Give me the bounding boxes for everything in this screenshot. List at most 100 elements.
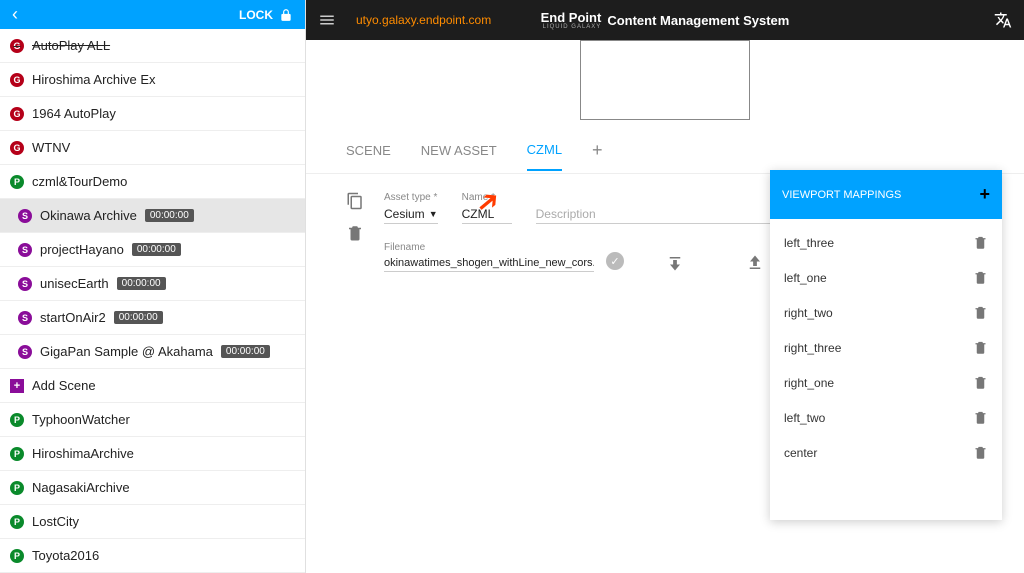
sidebar-item-label: projectHayano bbox=[40, 242, 124, 257]
type-dot: P bbox=[10, 413, 24, 427]
type-dot: S bbox=[18, 277, 32, 291]
brand-cms: Content Management System bbox=[607, 13, 789, 28]
name-value: CZML bbox=[462, 205, 512, 224]
trash-icon[interactable] bbox=[973, 410, 988, 425]
filename-field: Filename bbox=[384, 242, 594, 272]
chevron-down-icon: ▼ bbox=[429, 209, 438, 219]
time-badge: 00:00:00 bbox=[221, 345, 270, 358]
brand: End Point LIQUID GALAXY Content Manageme… bbox=[541, 11, 790, 30]
tab-scene[interactable]: SCENE bbox=[346, 143, 391, 170]
trash-icon[interactable] bbox=[973, 305, 988, 320]
time-badge: 00:00:00 bbox=[117, 277, 166, 290]
time-badge: 00:00:00 bbox=[132, 243, 181, 256]
sidebar-item[interactable]: SunisecEarth00:00:00 bbox=[0, 267, 305, 301]
sidebar-item[interactable]: P TyphoonWatcher bbox=[0, 403, 305, 437]
preview-box bbox=[580, 40, 750, 120]
viewport-item-label: center bbox=[784, 446, 817, 460]
sidebar-item[interactable]: S GigaPan Sample @ Akahama 00:00:00 bbox=[0, 335, 305, 369]
sidebar-item[interactable]: PHiroshimaArchive bbox=[0, 437, 305, 471]
sidebar-item-label: 1964 AutoPlay bbox=[32, 106, 116, 121]
sidebar-item[interactable]: P Toyota2016 bbox=[0, 539, 305, 573]
viewport-item-label: right_one bbox=[784, 376, 834, 390]
sidebar-item-label: Hiroshima Archive Ex bbox=[32, 72, 156, 87]
sidebar-item-label: Toyota2016 bbox=[32, 548, 99, 563]
language-icon[interactable] bbox=[994, 11, 1012, 29]
viewport-item[interactable]: center bbox=[770, 435, 1002, 470]
viewport-item[interactable]: left_two bbox=[770, 400, 1002, 435]
type-dot: S bbox=[18, 311, 32, 325]
trash-icon[interactable] bbox=[973, 235, 988, 250]
trash-icon[interactable] bbox=[973, 340, 988, 355]
tabs: SCENE NEW ASSET CZML + bbox=[306, 120, 1024, 174]
lock-icon bbox=[279, 8, 293, 22]
copy-icon[interactable] bbox=[346, 192, 364, 210]
type-dot: P bbox=[10, 447, 24, 461]
trash-icon[interactable] bbox=[973, 375, 988, 390]
sidebar-item[interactable]: G 1964 AutoPlay bbox=[0, 97, 305, 131]
sidebar-item-label: WTNV bbox=[32, 140, 70, 155]
sidebar-item-label: Okinawa Archive bbox=[40, 208, 137, 223]
viewport-mappings-panel: VIEWPORT MAPPINGS + left_three left_oneri… bbox=[770, 170, 1002, 520]
sidebar-item[interactable]: PNagasakiArchive bbox=[0, 471, 305, 505]
tab-new-asset[interactable]: NEW ASSET bbox=[421, 143, 497, 170]
viewport-item[interactable]: left_three bbox=[770, 225, 1002, 260]
viewport-item[interactable]: right_three bbox=[770, 330, 1002, 365]
check-icon[interactable]: ✓ bbox=[606, 252, 624, 270]
name-field[interactable]: Name * CZML bbox=[462, 192, 512, 224]
sidebar-item-label: LostCity bbox=[32, 514, 79, 529]
host-url: utyo.galaxy.endpoint.com bbox=[356, 13, 491, 27]
viewport-item[interactable]: left_one bbox=[770, 260, 1002, 295]
time-badge: 00:00:00 bbox=[114, 311, 163, 324]
viewport-item[interactable]: right_two bbox=[770, 295, 1002, 330]
sidebar: ‹ LOCK GAutoPlay ALLGHiroshima Archive E… bbox=[0, 0, 306, 573]
type-dot: P bbox=[10, 175, 24, 189]
asset-type-value: Cesium bbox=[384, 207, 425, 221]
main-area: utyo.galaxy.endpoint.com End Point LIQUI… bbox=[306, 0, 1024, 573]
viewport-title: VIEWPORT MAPPINGS bbox=[782, 189, 901, 201]
sidebar-item[interactable]: GHiroshima Archive Ex bbox=[0, 63, 305, 97]
type-dot: G bbox=[10, 141, 24, 155]
delete-icon[interactable] bbox=[346, 224, 364, 242]
filename-label: Filename bbox=[384, 242, 594, 253]
sidebar-item-label: czml&TourDemo bbox=[32, 174, 127, 189]
sidebar-item[interactable]: SstartOnAir2 00:00:00 bbox=[0, 301, 305, 335]
sidebar-item[interactable]: SOkinawa Archive00:00:00 bbox=[0, 199, 305, 233]
sidebar-item[interactable]: P LostCity bbox=[0, 505, 305, 539]
viewport-item-label: left_one bbox=[784, 271, 827, 285]
time-badge: 00:00:00 bbox=[145, 209, 194, 222]
type-dot: S bbox=[18, 345, 32, 359]
sidebar-item[interactable]: G AutoPlay ALL bbox=[0, 29, 305, 63]
sidebar-item-label: TyphoonWatcher bbox=[32, 412, 130, 427]
viewport-item-label: left_three bbox=[784, 236, 834, 250]
sidebar-item[interactable]: G WTNV bbox=[0, 131, 305, 165]
add-viewport-button[interactable]: + bbox=[979, 184, 990, 205]
plus-icon: + bbox=[10, 379, 24, 393]
upload-icon[interactable] bbox=[746, 254, 764, 272]
sidebar-item-label: NagasakiArchive bbox=[32, 480, 130, 495]
download-icon[interactable] bbox=[666, 254, 684, 272]
lock-button[interactable]: LOCK bbox=[239, 8, 293, 22]
sidebar-item[interactable]: Pczml&TourDemo bbox=[0, 165, 305, 199]
type-dot: P bbox=[10, 515, 24, 529]
sidebar-item-label: startOnAir2 bbox=[40, 310, 106, 325]
tab-add-button[interactable]: + bbox=[592, 140, 603, 173]
type-dot: G bbox=[10, 39, 24, 53]
menu-icon[interactable] bbox=[318, 11, 336, 29]
trash-icon[interactable] bbox=[973, 270, 988, 285]
back-button[interactable]: ‹ bbox=[12, 4, 18, 25]
type-dot: P bbox=[10, 549, 24, 563]
tab-czml[interactable]: CZML bbox=[527, 142, 562, 171]
type-dot: G bbox=[10, 107, 24, 121]
filename-input[interactable] bbox=[384, 255, 594, 272]
asset-type-label: Asset type * bbox=[384, 192, 438, 203]
sidebar-item[interactable]: +Add Scene bbox=[0, 369, 305, 403]
asset-type-field[interactable]: Asset type * Cesium ▼ bbox=[384, 192, 438, 224]
sidebar-item-label: AutoPlay ALL bbox=[32, 38, 110, 53]
sidebar-header: ‹ LOCK bbox=[0, 0, 305, 29]
sidebar-item[interactable]: SprojectHayano00:00:00 bbox=[0, 233, 305, 267]
trash-icon[interactable] bbox=[973, 445, 988, 460]
sidebar-item-label: GigaPan Sample @ Akahama bbox=[40, 344, 213, 359]
viewport-item-label: left_two bbox=[784, 411, 825, 425]
viewport-item[interactable]: right_one bbox=[770, 365, 1002, 400]
viewport-header: VIEWPORT MAPPINGS + bbox=[770, 170, 1002, 219]
